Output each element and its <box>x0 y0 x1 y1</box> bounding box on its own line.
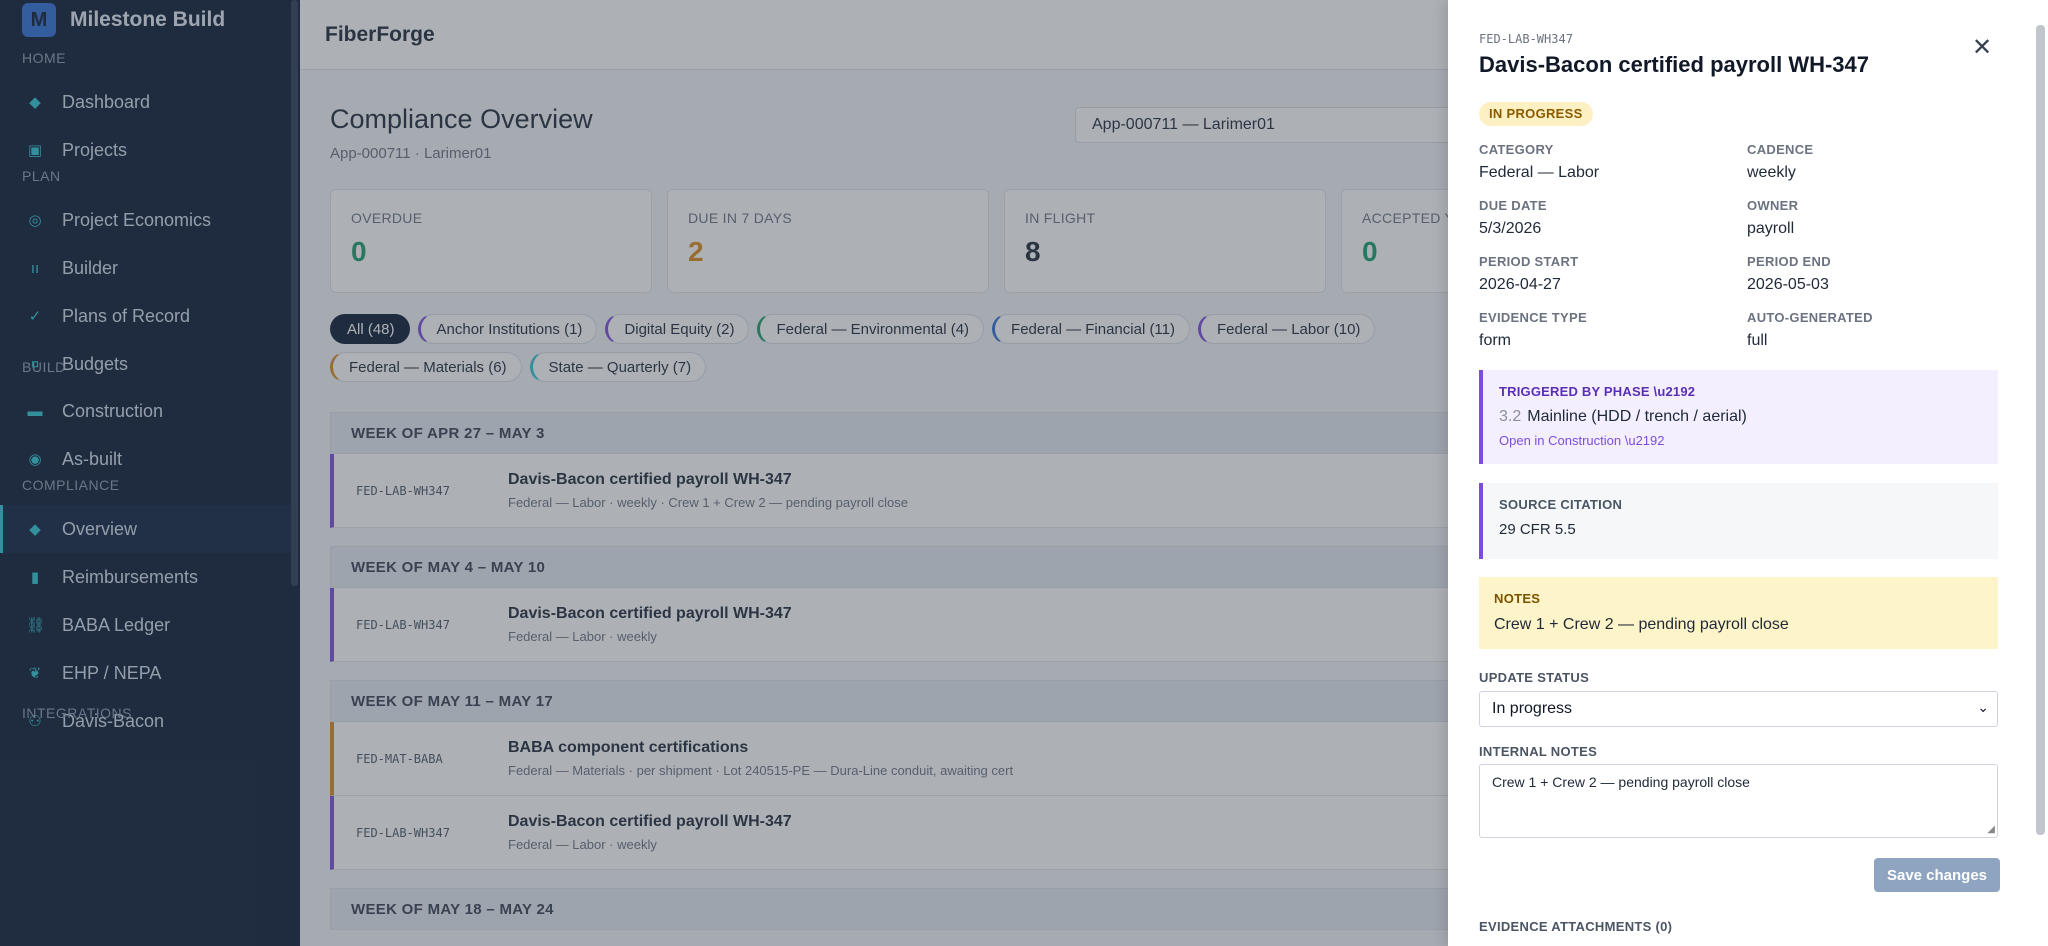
detail-field-label: AUTO-GENERATED <box>1747 310 1873 325</box>
internal-notes-textarea[interactable]: Crew 1 + Crew 2 — pending payroll close … <box>1479 764 1998 838</box>
update-status-value: In progress <box>1492 700 1573 717</box>
open-in-construction-link[interactable]: Open in Construction \u2192 <box>1499 433 1982 448</box>
source-citation-label: SOURCE CITATION <box>1499 497 1623 512</box>
detail-field: OWNER payroll <box>1747 198 2007 238</box>
source-citation-card: SOURCE CITATION 29 CFR 5.5 <box>1479 483 1998 559</box>
modal-backdrop[interactable] <box>0 0 1448 946</box>
chevron-down-icon: ⌄ <box>1977 699 1989 715</box>
detail-field-label: PERIOD START <box>1479 254 1579 269</box>
drawer-scrollbar[interactable] <box>2036 25 2045 835</box>
detail-field-value: payroll <box>1747 220 1795 237</box>
detail-field: CATEGORY Federal — Labor <box>1479 142 1739 182</box>
trigger-phase: 3.2 Mainline (HDD / trench / aerial) <box>1499 408 1982 426</box>
detail-field-value: 2026-04-27 <box>1479 276 1561 293</box>
detail-field-value: 5/3/2026 <box>1479 220 1542 237</box>
detail-field-label: CATEGORY <box>1479 142 1554 157</box>
detail-drawer: FED-LAB-WH347 Davis-Bacon certified payr… <box>1448 0 2048 946</box>
detail-field: CADENCE weekly <box>1747 142 2007 182</box>
internal-notes-label: INTERNAL NOTES <box>1479 744 1598 759</box>
trigger-card: TRIGGERED BY PHASE \u2192 3.2 Mainline (H… <box>1479 370 1998 464</box>
detail-field: EVIDENCE TYPE form <box>1479 310 1739 350</box>
detail-field-label: PERIOD END <box>1747 254 1831 269</box>
status-badge: IN PROGRESS <box>1479 102 1593 126</box>
internal-notes-value: Crew 1 + Crew 2 — pending payroll close <box>1492 774 1750 790</box>
detail-field-value: Federal — Labor <box>1479 164 1600 181</box>
detail-field-label: EVIDENCE TYPE <box>1479 310 1587 325</box>
detail-field-value: full <box>1747 332 1768 349</box>
detail-field-value: 2026-05-03 <box>1747 276 1829 293</box>
notes-label: NOTES <box>1494 591 1541 606</box>
detail-field-label: CADENCE <box>1747 142 1814 157</box>
notes-card: NOTES Crew 1 + Crew 2 — pending payroll … <box>1479 577 1998 649</box>
phase-name: Mainline (HDD / trench / aerial) <box>1527 408 1747 425</box>
detail-field: DUE DATE 5/3/2026 <box>1479 198 1739 238</box>
detail-field-value: weekly <box>1747 164 1796 181</box>
update-status-select[interactable]: In progress ⌄ <box>1479 691 1998 727</box>
detail-field: PERIOD END 2026-05-03 <box>1747 254 2007 294</box>
phase-number: 3.2 <box>1499 408 1522 425</box>
resize-grip-icon[interactable]: ◢ <box>1987 824 1995 835</box>
notes-value: Crew 1 + Crew 2 — pending payroll close <box>1494 616 1789 633</box>
evidence-attachments-label: EVIDENCE ATTACHMENTS (0) <box>1479 919 1673 934</box>
source-citation-value: 29 CFR 5.5 <box>1499 521 1576 538</box>
save-changes-button[interactable]: Save changes <box>1874 858 2000 892</box>
detail-field-label: OWNER <box>1747 198 1799 213</box>
detail-field-value: form <box>1479 332 1511 349</box>
detail-field-label: DUE DATE <box>1479 198 1547 213</box>
trigger-label: TRIGGERED BY PHASE \u2192 <box>1499 384 1696 399</box>
detail-field: AUTO-GENERATED full <box>1747 310 2007 350</box>
drawer-title: Davis-Bacon certified payroll WH-347 <box>1479 52 1870 77</box>
close-icon[interactable]: ✕ <box>1970 36 1994 60</box>
drawer-item-code: FED-LAB-WH347 <box>1479 32 1573 46</box>
update-status-label: UPDATE STATUS <box>1479 670 1590 685</box>
detail-field: PERIOD START 2026-04-27 <box>1479 254 1739 294</box>
